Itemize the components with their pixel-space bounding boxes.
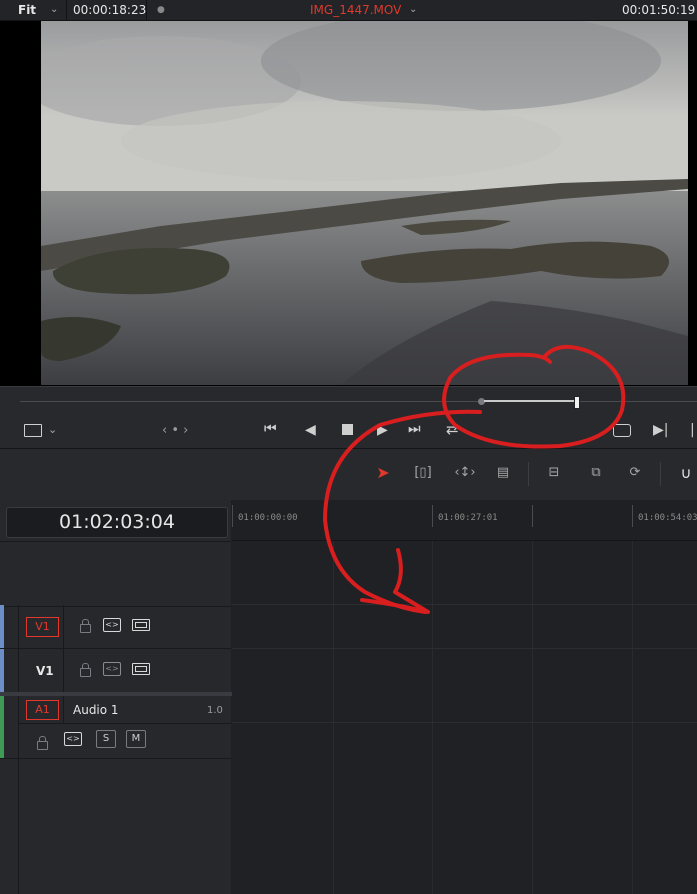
red-annotation-overlay — [322, 344, 626, 614]
annotation-circle — [442, 344, 626, 449]
annotation-arrowhead — [360, 548, 430, 614]
annotation-arrow — [322, 409, 482, 614]
